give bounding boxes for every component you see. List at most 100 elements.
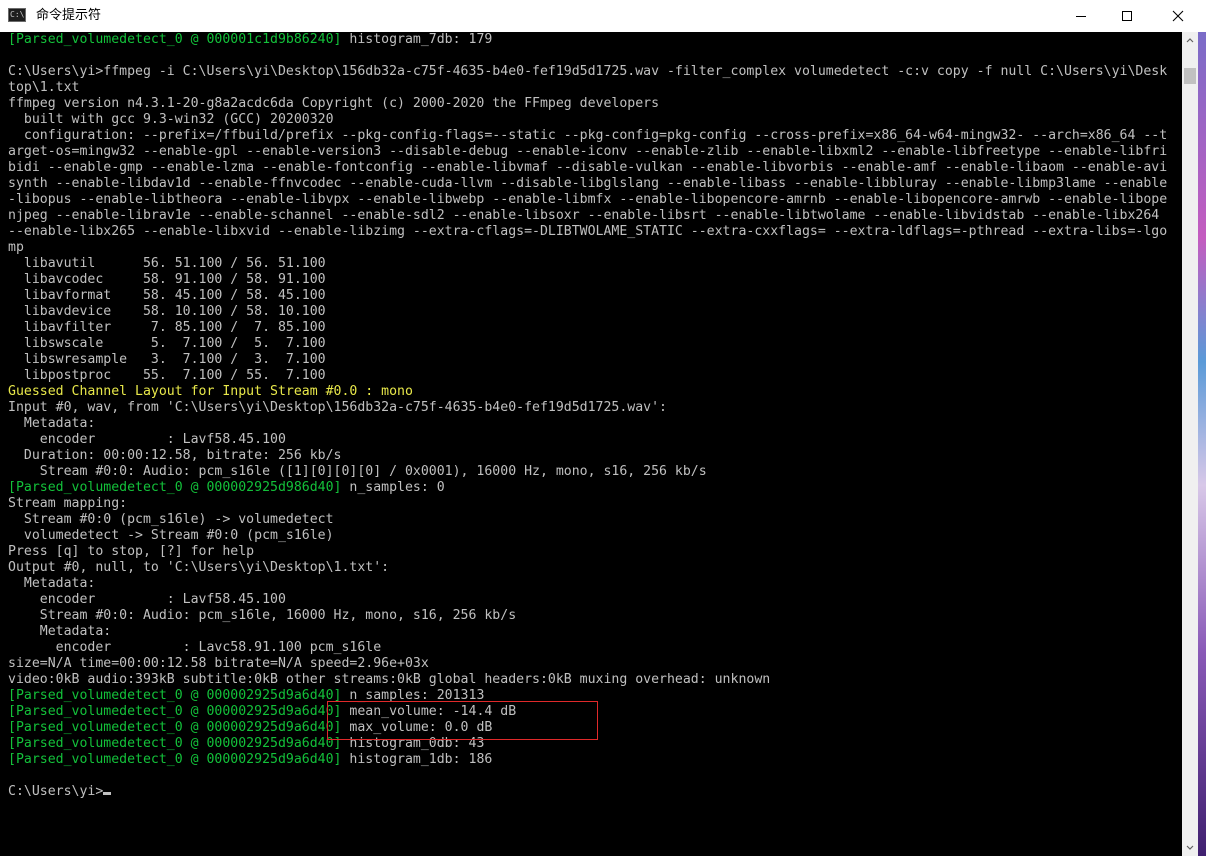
console-line: libavfilter 7. 85.100 / 7. 85.100	[8, 320, 1167, 336]
console-line: Metadata:	[8, 416, 1167, 432]
console-line: libswscale 5. 7.100 / 5. 7.100	[8, 336, 1167, 352]
text-cursor	[103, 792, 112, 795]
console-line: [Parsed_volumedetect_0 @ 000002925d9a6d4…	[8, 704, 1167, 720]
filter-prefix: [Parsed_volumedetect_0 @ 000002925d9a6d4…	[8, 752, 342, 767]
title-bar[interactable]: C:\ 命令提示符	[0, 0, 1206, 32]
console-line: njpeg --enable-librav1e --enable-schanne…	[8, 208, 1167, 224]
console-line: Metadata:	[8, 624, 1167, 640]
console-line: Metadata:	[8, 576, 1167, 592]
line-text: encoder : Lavf58.45.100	[8, 432, 286, 447]
console-line: video:0kB audio:393kB subtitle:0kB other…	[8, 672, 1167, 688]
line-text: n_samples: 0	[341, 480, 445, 495]
console-line: Stream #0:0: Audio: pcm_s16le ([1][0][0]…	[8, 464, 1167, 480]
line-text: Stream mapping:	[8, 496, 128, 511]
maximize-button[interactable]	[1104, 0, 1150, 32]
console-line: Output #0, null, to 'C:\Users\yi\Desktop…	[8, 560, 1167, 576]
line-text: bidi --enable-gmp --enable-lzma --enable…	[8, 160, 1168, 175]
console-line: libavformat 58. 45.100 / 58. 45.100	[8, 288, 1167, 304]
console-line: Guessed Channel Layout for Input Stream …	[8, 384, 1167, 400]
filter-prefix: [Parsed_volumedetect_0 @ 000002925d9a6d4…	[8, 736, 342, 751]
console-line: [Parsed_volumedetect_0 @ 000002925d986d4…	[8, 480, 1167, 496]
line-text: Metadata:	[8, 416, 96, 431]
console-line: synth --enable-libdav1d --enable-ffnvcod…	[8, 176, 1167, 192]
console-line: encoder : Lavf58.45.100	[8, 592, 1167, 608]
line-text: top\1.txt	[8, 80, 80, 95]
line-text: Input #0, wav, from 'C:\Users\yi\Desktop…	[8, 400, 667, 415]
console-line: [Parsed_volumedetect_0 @ 000001c1d9b8624…	[8, 32, 1167, 48]
console-line: configuration: --prefix=/ffbuild/prefix …	[8, 128, 1167, 144]
console-line: libavdevice 58. 10.100 / 58. 10.100	[8, 304, 1167, 320]
line-text: Stream #0:0: Audio: pcm_s16le ([1][0][0]…	[8, 464, 707, 479]
line-text: Duration: 00:00:12.58, bitrate: 256 kb/s	[8, 448, 342, 463]
console-line: [Parsed_volumedetect_0 @ 000002925d9a6d4…	[8, 752, 1167, 768]
console-line: built with gcc 9.3-win32 (GCC) 20200320	[8, 112, 1167, 128]
chevron-down-icon	[1186, 845, 1194, 850]
console-output-area[interactable]: [Parsed_volumedetect_0 @ 000001c1d9b8624…	[0, 32, 1182, 856]
scroll-down-button[interactable]	[1182, 840, 1198, 856]
console-line: libswresample 3. 7.100 / 3. 7.100	[8, 352, 1167, 368]
warning-text: Guessed Channel Layout for Input Stream …	[8, 384, 413, 399]
line-text: -libopus --enable-libtheora --enable-lib…	[8, 192, 1168, 207]
close-button[interactable]	[1150, 0, 1206, 32]
line-text: configuration: --prefix=/ffbuild/prefix …	[8, 128, 1168, 143]
scroll-thumb[interactable]	[1184, 68, 1196, 84]
line-text: Metadata:	[8, 624, 112, 639]
line-text: ffmpeg version n4.3.1-20-g8a2acdc6da Cop…	[8, 96, 660, 111]
line-text: arget-os=mingw32 --enable-gpl --enable-v…	[8, 144, 1168, 159]
line-text: libpostproc 55. 7.100 / 55. 7.100	[8, 368, 326, 383]
console-line: top\1.txt	[8, 80, 1167, 96]
line-text: n_samples: 201313	[341, 688, 485, 703]
close-icon	[1172, 10, 1184, 22]
desktop-background-strip	[1198, 32, 1206, 856]
filter-prefix: [Parsed_volumedetect_0 @ 000001c1d9b8624…	[8, 32, 342, 47]
line-text: volumedetect -> Stream #0:0 (pcm_s16le)	[8, 528, 334, 543]
chevron-up-icon	[1186, 38, 1194, 43]
console-line: encoder : Lavf58.45.100	[8, 432, 1167, 448]
line-text: synth --enable-libdav1d --enable-ffnvcod…	[8, 176, 1168, 191]
line-text: max_volume: 0.0 dB	[341, 720, 493, 735]
console-line: arget-os=mingw32 --enable-gpl --enable-v…	[8, 144, 1167, 160]
line-text: Stream #0:0: Audio: pcm_s16le, 16000 Hz,…	[8, 608, 517, 623]
console-line: Stream mapping:	[8, 496, 1167, 512]
line-text: histogram_7db: 179	[341, 32, 493, 47]
line-text: encoder : Lavc58.91.100 pcm_s16le	[8, 640, 382, 655]
console-line: -libopus --enable-libtheora --enable-lib…	[8, 192, 1167, 208]
line-text: video:0kB audio:393kB subtitle:0kB other…	[8, 672, 771, 687]
maximize-icon	[1122, 11, 1132, 21]
console-line: libpostproc 55. 7.100 / 55. 7.100	[8, 368, 1167, 384]
line-text: Stream #0:0 (pcm_s16le) -> volumedetect	[8, 512, 334, 527]
line-text: C:\Users\yi>ffmpeg -i C:\Users\yi\Deskto…	[8, 64, 1168, 79]
scroll-up-button[interactable]	[1182, 32, 1198, 48]
console-line: C:\Users\yi>	[8, 784, 1167, 800]
line-text: libavutil 56. 51.100 / 56. 51.100	[8, 256, 326, 271]
console-line: size=N/A time=00:00:12.58 bitrate=N/A sp…	[8, 656, 1167, 672]
line-text: libavformat 58. 45.100 / 58. 45.100	[8, 288, 326, 303]
console-line: libavutil 56. 51.100 / 56. 51.100	[8, 256, 1167, 272]
minimize-button[interactable]	[1058, 0, 1104, 32]
console-line: ffmpeg version n4.3.1-20-g8a2acdc6da Cop…	[8, 96, 1167, 112]
line-text: libavdevice 58. 10.100 / 58. 10.100	[8, 304, 326, 319]
line-text: njpeg --enable-librav1e --enable-schanne…	[8, 208, 1160, 223]
filter-prefix: [Parsed_volumedetect_0 @ 000002925d9a6d4…	[8, 720, 342, 735]
line-text: mean_volume: -14.4 dB	[341, 704, 517, 719]
console-line: libavcodec 58. 91.100 / 58. 91.100	[8, 272, 1167, 288]
console-line: [Parsed_volumedetect_0 @ 000002925d9a6d4…	[8, 736, 1167, 752]
line-text: C:\Users\yi>	[8, 784, 104, 799]
line-text: histogram_0db: 43	[341, 736, 485, 751]
console-line: volumedetect -> Stream #0:0 (pcm_s16le)	[8, 528, 1167, 544]
line-text: size=N/A time=00:00:12.58 bitrate=N/A sp…	[8, 656, 429, 671]
cmd-icon[interactable]: C:\	[8, 8, 26, 22]
line-text: built with gcc 9.3-win32 (GCC) 20200320	[8, 112, 334, 127]
filter-prefix: [Parsed_volumedetect_0 @ 000002925d986d4…	[8, 480, 342, 495]
line-text: libavcodec 58. 91.100 / 58. 91.100	[8, 272, 326, 287]
line-text: Output #0, null, to 'C:\Users\yi\Desktop…	[8, 560, 390, 575]
window-title: 命令提示符	[36, 8, 102, 23]
console-line: encoder : Lavc58.91.100 pcm_s16le	[8, 640, 1167, 656]
vertical-scrollbar[interactable]	[1182, 32, 1198, 856]
console-line: --enable-libx265 --enable-libxvid --enab…	[8, 224, 1167, 240]
console-line: C:\Users\yi>ffmpeg -i C:\Users\yi\Deskto…	[8, 64, 1167, 80]
line-text: Metadata:	[8, 576, 96, 591]
line-text: libswresample 3. 7.100 / 3. 7.100	[8, 352, 326, 367]
console-line: Stream #0:0 (pcm_s16le) -> volumedetect	[8, 512, 1167, 528]
